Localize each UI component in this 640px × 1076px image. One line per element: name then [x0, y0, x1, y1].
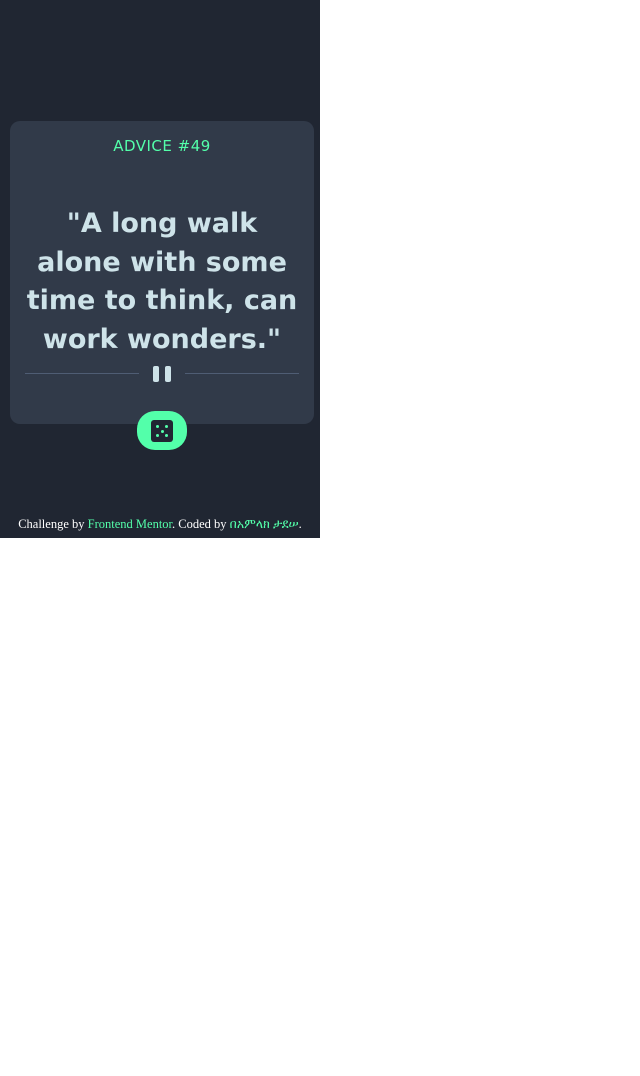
pause-bar-left [153, 366, 159, 382]
pause-bar-right [165, 366, 171, 382]
frontend-mentor-link[interactable]: Frontend Mentor [88, 517, 172, 531]
footer-prefix: Challenge by [18, 517, 88, 531]
divider [25, 366, 299, 382]
app-viewport: ADVICE #49 "A long walk alone with some … [0, 0, 320, 538]
footer-middle: . Coded by [172, 517, 230, 531]
author-link[interactable]: በአምላክ ታደሠ [230, 517, 299, 531]
divider-line-right [185, 373, 299, 374]
divider-line-left [25, 373, 139, 374]
footer-suffix: . [298, 517, 302, 531]
new-advice-button[interactable] [137, 411, 187, 450]
attribution-footer: Challenge by Frontend Mentor. Coded by በ… [0, 517, 320, 532]
advice-quote: "A long walk alone with some time to thi… [26, 208, 298, 355]
advice-card: ADVICE #49 "A long walk alone with some … [10, 121, 314, 424]
advice-id: ADVICE #49 [113, 137, 211, 155]
dice-icon [151, 420, 173, 442]
pause-icon [152, 366, 172, 382]
